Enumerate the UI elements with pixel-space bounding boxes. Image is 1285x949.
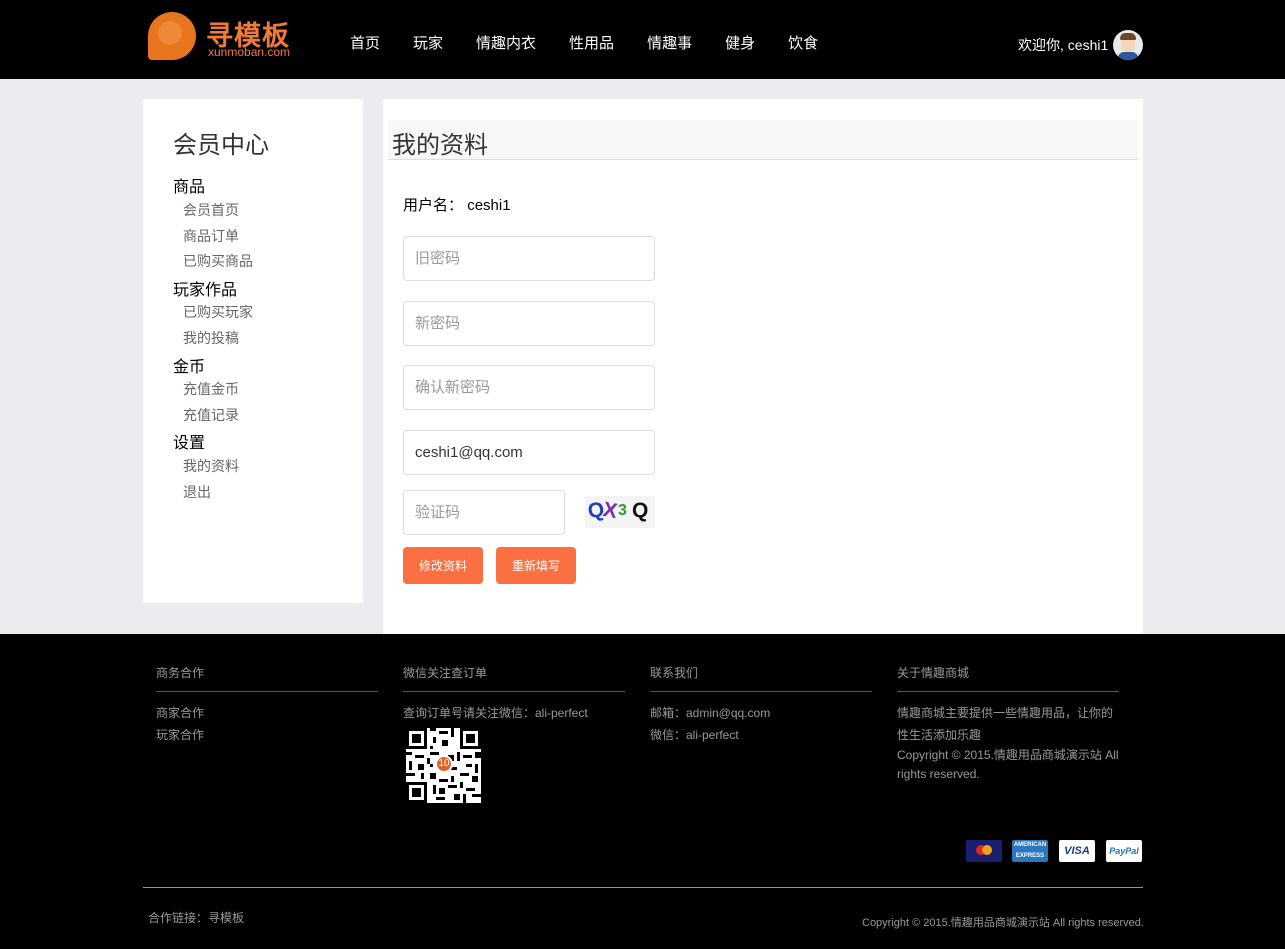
captcha-input[interactable] bbox=[403, 490, 565, 535]
username-label: 用户名： bbox=[403, 197, 464, 214]
email-field[interactable] bbox=[403, 430, 655, 475]
footer-col-title: 联系我们 bbox=[650, 664, 872, 692]
nav-item-lingerie[interactable]: 情趣内衣 bbox=[476, 32, 536, 54]
sidebar-group-works: 玩家作品 bbox=[173, 282, 238, 299]
footer-divider bbox=[143, 887, 1143, 888]
sidebar-item-recharge[interactable]: 充值金币 bbox=[183, 379, 239, 399]
wechat-qr-code: 10 bbox=[406, 728, 481, 803]
sidebar-group-settings: 设置 bbox=[173, 435, 206, 452]
nav-item-players[interactable]: 玩家 bbox=[413, 32, 443, 54]
footer-col-contact: 联系我们 邮箱：admin@qq.com 微信：ali-perfect bbox=[650, 664, 872, 746]
logo-mark-icon bbox=[148, 12, 196, 60]
new-password-input[interactable] bbox=[403, 301, 655, 346]
amex-icon: AMERICAN EXPRESS bbox=[1012, 840, 1048, 862]
footer-col-title: 微信关注查订单 bbox=[403, 664, 625, 692]
footer-about-copyright: Copyright © 2015.情趣用品商城演示站 All rights re… bbox=[897, 748, 1119, 781]
sidebar-item-member-home[interactable]: 会员首页 bbox=[183, 200, 239, 220]
page-title-bar: 我的资料 bbox=[388, 120, 1138, 160]
sidebar-item-orders[interactable]: 商品订单 bbox=[183, 226, 239, 246]
footer-col-wechat: 微信关注查订单 查询订单号请关注微信：ali-perfect 10 bbox=[403, 664, 625, 803]
submit-profile-button[interactable]: 修改资料 bbox=[403, 547, 483, 584]
sidebar-item-purchased-players[interactable]: 已购买玩家 bbox=[183, 302, 253, 322]
reset-form-button[interactable]: 重新填写 bbox=[496, 547, 576, 584]
footer-contact-email: 邮箱：admin@qq.com bbox=[650, 706, 771, 720]
confirm-password-input[interactable] bbox=[403, 365, 655, 410]
captcha-char-3: 3 bbox=[618, 502, 627, 519]
nav-item-stories[interactable]: 情趣事 bbox=[647, 32, 692, 54]
footer-contact-wechat: 微信：ali-perfect bbox=[650, 728, 739, 742]
username-value: ceshi1 bbox=[467, 197, 511, 214]
main-nav: 首页 玩家 情趣内衣 性用品 情趣事 健身 饮食 bbox=[350, 32, 851, 54]
footer-partner-links[interactable]: 合作链接：寻模板 bbox=[148, 909, 244, 926]
footer-col-title: 关于情趣商城 bbox=[897, 664, 1119, 692]
captcha-image[interactable]: Q X 3 Q bbox=[585, 496, 655, 528]
footer-wechat-note: 查询订单号请关注微信：ali-perfect bbox=[403, 706, 588, 720]
username-row: 用户名： ceshi1 bbox=[403, 194, 511, 215]
site-footer: 商务合作 商家合作 玩家合作 微信关注查订单 查询订单号请关注微信：ali-pe… bbox=[0, 634, 1285, 949]
sidebar-item-recharge-history[interactable]: 充值记录 bbox=[183, 405, 239, 425]
avatar-hair-icon bbox=[1120, 33, 1136, 40]
sidebar-item-purchased-goods[interactable]: 已购买商品 bbox=[183, 251, 253, 271]
sidebar-group-goods: 商品 bbox=[173, 179, 206, 196]
user-avatar[interactable] bbox=[1113, 30, 1143, 60]
footer-col-title: 商务合作 bbox=[156, 664, 378, 692]
captcha-char-4: Q bbox=[632, 499, 649, 522]
sidebar-item-my-submissions[interactable]: 我的投稿 bbox=[183, 328, 239, 348]
site-logo[interactable]: 寻模板 xunmoban.com bbox=[148, 12, 308, 62]
footer-link-player[interactable]: 玩家合作 bbox=[156, 724, 378, 746]
footer-copyright: Copyright © 2015.情趣用品商城演示站 All rights re… bbox=[862, 917, 1144, 929]
old-password-input[interactable] bbox=[403, 236, 655, 281]
footer-link-merchant[interactable]: 商家合作 bbox=[156, 702, 378, 724]
nav-item-products[interactable]: 性用品 bbox=[569, 32, 614, 54]
sidebar-title: 会员中心 bbox=[173, 132, 269, 159]
sidebar-group-coins: 金币 bbox=[173, 359, 206, 376]
profile-panel: 我的资料 用户名： ceshi1 Q X 3 Q 修改资料 重新填写 bbox=[383, 99, 1143, 634]
nav-item-fitness[interactable]: 健身 bbox=[725, 32, 755, 54]
member-sidebar: 会员中心 商品 会员首页 商品订单 已购买商品 玩家作品 已购买玩家 我的投稿 … bbox=[143, 99, 363, 603]
nav-item-diet[interactable]: 饮食 bbox=[788, 32, 818, 54]
site-header: 寻模板 xunmoban.com 首页 玩家 情趣内衣 性用品 情趣事 健身 饮… bbox=[0, 0, 1285, 79]
mastercard-icon bbox=[966, 840, 1002, 862]
paypal-icon: PayPal bbox=[1106, 840, 1142, 862]
sidebar-item-my-profile[interactable]: 我的资料 bbox=[183, 456, 239, 476]
welcome-text[interactable]: 欢迎你, ceshi1 bbox=[1018, 35, 1108, 55]
footer-col-about: 关于情趣商城 情趣商城主要提供一些情趣用品，让你的性生活添加乐趣 Copyrig… bbox=[897, 664, 1119, 784]
sidebar-item-logout[interactable]: 退出 bbox=[183, 482, 211, 502]
logo-subtitle: xunmoban.com bbox=[208, 45, 291, 59]
visa-icon: VISA bbox=[1059, 840, 1095, 862]
page-title: 我的资料 bbox=[392, 132, 488, 159]
avatar-shirt-icon bbox=[1118, 52, 1138, 60]
footer-about-text: 情趣商城主要提供一些情趣用品，让你的性生活添加乐趣 bbox=[897, 706, 1114, 742]
qr-badge: 10 bbox=[435, 755, 453, 773]
nav-item-home[interactable]: 首页 bbox=[350, 32, 380, 54]
captcha-char-2: X bbox=[601, 497, 619, 524]
footer-col-business: 商务合作 商家合作 玩家合作 bbox=[156, 664, 378, 746]
